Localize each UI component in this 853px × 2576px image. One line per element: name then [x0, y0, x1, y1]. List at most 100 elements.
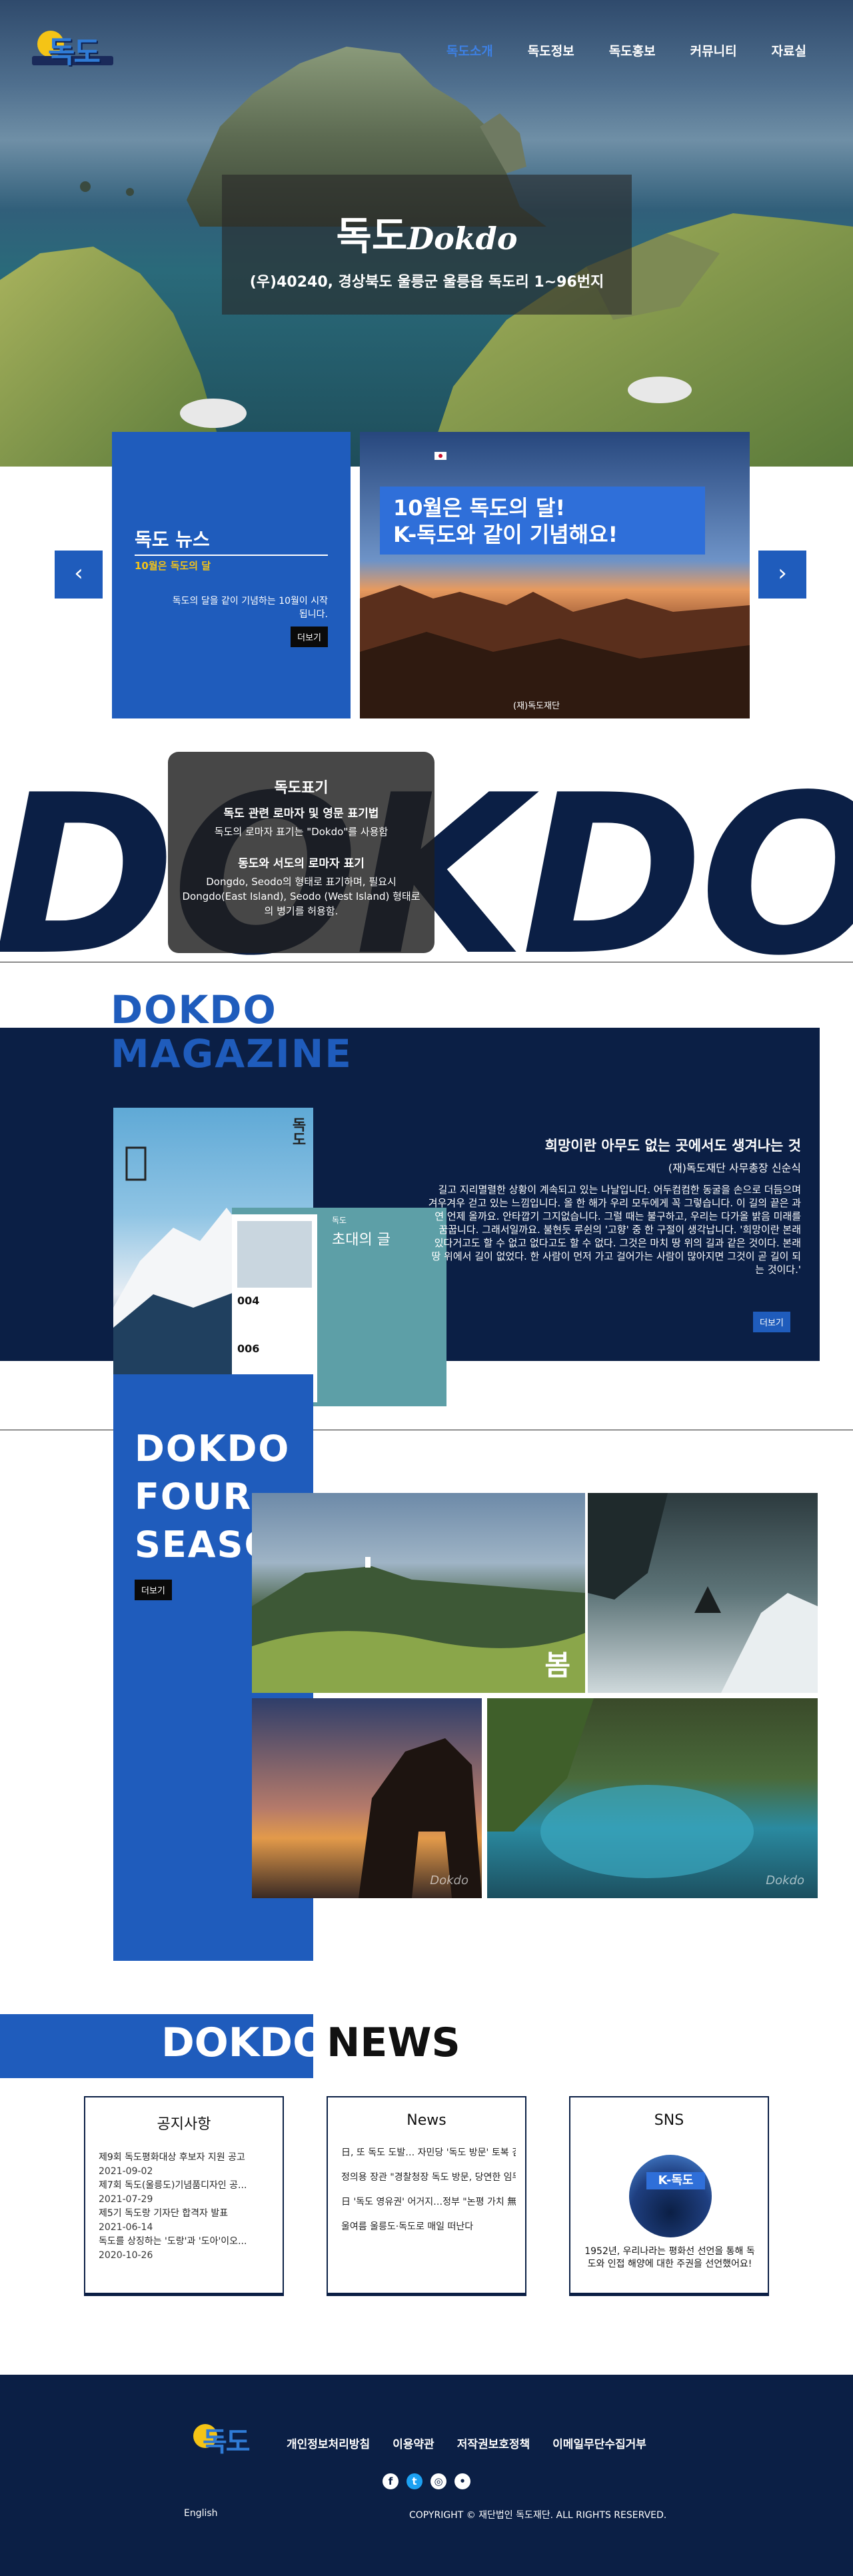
notice-item[interactable]: 제7회 독도(울릉도)기념품디자인 공... 2021-07-29 [99, 2179, 273, 2207]
footer-link-email[interactable]: 이메일무단수집거부 [552, 2435, 646, 2451]
slider-prev-button[interactable]: ‹ [55, 551, 103, 599]
news-banner-line2: K-독도와 같이 기념해요! [393, 522, 618, 547]
season-more-button[interactable]: 더보기 [135, 1580, 172, 1600]
site-logo[interactable]: 독도 [32, 27, 113, 69]
notation-heading: 독도표기 [274, 780, 329, 796]
news-banner: 10월은 독도의 달! K-독도와 같이 기념해요! [380, 487, 705, 555]
notice-item-date: 2021-09-02 [99, 2166, 153, 2177]
nav-item-promo[interactable]: 독도홍보 [609, 41, 656, 59]
magazine-headline: 희망이란 아무도 없는 곳에서도 생겨나는 것 [544, 1138, 801, 1154]
news-card-subtitle: 10월은 독도의 달 [135, 560, 211, 572]
notation-panel: 독도표기 독도 관련 로마자 및 영문 표기법 독도의 로마자 표기는 "Dok… [168, 752, 434, 953]
sns-image-label: K-독도 [646, 2172, 705, 2189]
footer-link-terms[interactable]: 이용약관 [393, 2435, 434, 2451]
notice-box: 공지사항 제9회 독도평화대상 후보자 지원 공고 2021-09-02 제7회 … [84, 2096, 284, 2296]
magazine-author: (재)독도재단 사무총장 신순식 [668, 1162, 801, 1174]
sns-box: SNS K-독도 1952년, 우리나라는 평화선 선언을 통해 독도와 인접 … [569, 2096, 769, 2296]
news-banner-line1: 10월은 독도의 달! [393, 495, 566, 521]
nav-item-info[interactable]: 독도정보 [528, 41, 574, 59]
sns-image[interactable]: K-독도 [629, 2155, 712, 2237]
notice-item-text: 독도를 상징하는 '도랑'과 '도아'이오... [99, 2236, 247, 2247]
magazine-body: 길고 지리멸렬한 상황이 계속되고 있는 나날입니다. 어두컴컴한 동굴을 손으… [428, 1184, 801, 1276]
page: 독도 독도소개 독도정보 독도홍보 커뮤니티 자료실 독도Dokdo (우)40… [0, 0, 853, 2576]
magazine-cover-label: 독도 [289, 1117, 306, 1146]
hero-title-box: 독도Dokdo (우)40240, 경상북도 울릉군 울릉읍 독도리 1~96번… [222, 175, 632, 315]
news-box: News 日, 또 독도 도발… 자민당 '독도 방문' 토복 검토 정의용 장… [327, 2096, 526, 2296]
footer-logo-text: 독도 [203, 2427, 251, 2457]
notice-item[interactable]: 제9회 독도평화대상 후보자 지원 공고 2021-09-02 [99, 2151, 273, 2179]
magazine-page-num1: 004 [237, 1294, 260, 1307]
news-list: 日, 또 독도 도발… 자민당 '독도 방문' 토복 검토 정의용 장관 "경찰… [341, 2146, 525, 2234]
notice-item-date: 2021-06-14 [99, 2222, 153, 2233]
nav-item-archive[interactable]: 자료실 [772, 41, 806, 59]
news-card-title: 독도 뉴스 [135, 529, 210, 551]
season-title-line1: DOKDO [135, 1428, 291, 1470]
slider-next-button[interactable]: › [758, 551, 806, 599]
sns-title: SNS [654, 2112, 684, 2129]
notice-list: 제9회 독도평화대상 후보자 지원 공고 2021-09-02 제7회 독도(울릉… [99, 2151, 283, 2263]
dokdo-news-title-b: NEWS [327, 2019, 460, 2066]
season-photo-autumn[interactable]: Dokdo [252, 1698, 482, 1898]
main-nav: 독도소개 독도정보 독도홍보 커뮤니티 자료실 [446, 41, 806, 59]
chevron-right-icon: › [778, 560, 787, 587]
footer-link-copyright[interactable]: 저작권보호정책 [457, 2435, 530, 2451]
dokdo-news-title: DOKDONEWS [161, 2019, 460, 2066]
notice-item[interactable]: 제5기 독도랑 기자단 합격자 발표 2021-06-14 [99, 2207, 273, 2235]
news-list-item[interactable]: 울여름 울릉도·독도로 매일 떠난다 [341, 2220, 516, 2234]
news-more-button[interactable]: 더보기 [291, 627, 328, 647]
hero-title-en: Dokdo [407, 221, 518, 257]
footer: 독도 개인정보처리방침 이용약관 저작권보호정책 이메일무단수집거부 f t ◎… [0, 2375, 853, 2576]
nav-item-community[interactable]: 커뮤니티 [690, 41, 737, 59]
magazine-page-title: 초대의 글 [332, 1232, 391, 1248]
magazine-page-small: 독도 [332, 1216, 347, 1225]
dokdo-cliff-image [360, 432, 750, 718]
magazine-title-line1: DOKDO [111, 987, 277, 1032]
copyright-text: COPYRIGHT © 재단법인 독도재단. ALL RIGHTS RESERV… [409, 2510, 667, 2521]
instagram-icon[interactable]: ◎ [430, 2473, 446, 2489]
spring-label: 봄 [544, 1649, 570, 1682]
twitter-icon[interactable]: t [407, 2473, 423, 2489]
notation-sub2: 동도와 서도의 로마자 표기 [238, 857, 365, 870]
notation-sub1: 독도 관련 로마자 및 영문 표기법 [223, 807, 379, 820]
magazine-title: DOKDO MAGAZINE [111, 988, 353, 1076]
magazine-page-photo [237, 1221, 312, 1288]
chevron-left-icon: ‹ [74, 560, 83, 587]
footer-links: 개인정보처리방침 이용약관 저작권보호정책 이메일무단수집거부 [287, 2435, 646, 2451]
hero-section: 독도 독도소개 독도정보 독도홍보 커뮤니티 자료실 독도Dokdo (우)40… [0, 0, 853, 467]
news-photo-credit: (재)독도재단 [513, 701, 560, 711]
footer-link-privacy[interactable]: 개인정보처리방침 [287, 2435, 370, 2451]
summer-cave [487, 1698, 754, 1878]
news-list-item[interactable]: 日, 또 독도 도발… 자민당 '독도 방문' 토복 검토 [341, 2146, 516, 2160]
winter-rocks [588, 1493, 818, 1693]
language-link[interactable]: English [184, 2508, 218, 2519]
magazine-text: 희망이란 아무도 없는 곳에서도 생겨나는 것 (재)독도재단 사무총장 신순식… [428, 1135, 801, 1276]
hero-address: (우)40240, 경상북도 울릉군 울릉읍 독도리 1~96번지 [249, 274, 604, 291]
magazine-title-line2: MAGAZINE [111, 1031, 353, 1076]
facebook-icon[interactable]: f [383, 2473, 399, 2489]
news-list-item[interactable]: 日 '독도 영유권' 어거지…정부 "논평 가치 無" 일 [341, 2195, 516, 2209]
notice-item-date: 2020-10-26 [99, 2250, 153, 2261]
news-list-item[interactable]: 정의용 장관 "경찰청장 독도 방문, 당연한 임무수행" [341, 2171, 516, 2185]
season-photo-spring[interactable]: 봄 [252, 1493, 585, 1693]
season-watermark: Dokdo [430, 1874, 468, 1888]
dokdo-news-title-a: DOKDO [161, 2019, 327, 2066]
autumn-arch [359, 1738, 482, 1898]
notice-title: 공지사항 [157, 2116, 211, 2133]
news-slider-card: 독도 뉴스 10월은 독도의 달 독도의 달을 같이 기념하는 10월이 시작됩… [112, 432, 351, 718]
hero-title-ko: 독도 [336, 213, 408, 259]
hero-title: 독도Dokdo [222, 205, 632, 261]
chat-icon[interactable]: • [454, 2473, 470, 2489]
news-slider-photo[interactable]: 10월은 독도의 달! K-독도와 같이 기념해요! (재)독도재단 [360, 432, 750, 718]
notice-item[interactable]: 독도를 상징하는 '도랑'과 '도아'이오... 2020-10-26 [99, 2235, 273, 2263]
logo-text: 독도 [48, 35, 101, 69]
news-card-divider [135, 555, 328, 556]
magazine-more-button[interactable]: 더보기 [753, 1312, 790, 1332]
notice-item-text: 제7회 독도(울릉도)기념품디자인 공... [99, 2180, 247, 2191]
season-photo-summer[interactable]: Dokdo [487, 1698, 818, 1898]
spring-landscape [252, 1557, 585, 1693]
footer-logo[interactable]: 독도 [188, 2420, 261, 2457]
season-photo-winter[interactable] [588, 1493, 818, 1693]
news-box-title: News [407, 2112, 446, 2129]
notice-item-date: 2021-07-29 [99, 2194, 153, 2205]
nav-item-intro[interactable]: 독도소개 [446, 41, 493, 59]
